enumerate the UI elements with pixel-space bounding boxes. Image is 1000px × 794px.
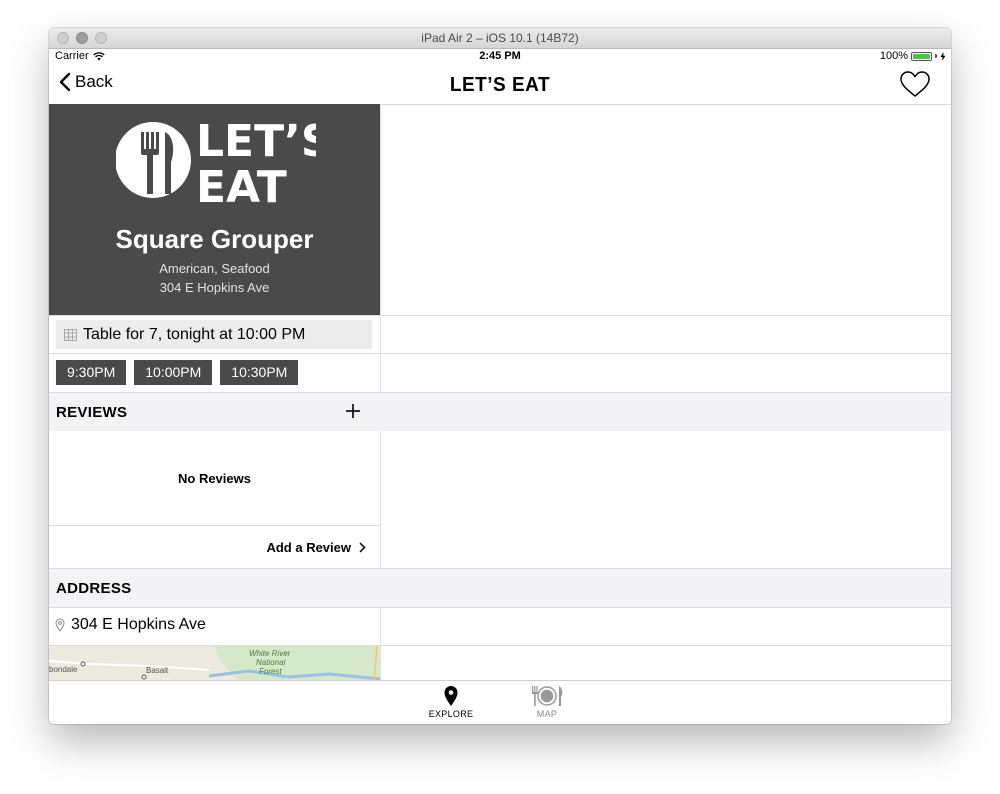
time-slot-button[interactable]: 10:30PM	[220, 360, 299, 385]
no-reviews-message: No Reviews	[178, 471, 251, 486]
reservation-summary[interactable]: Table for 7, tonight at 10:00 PM	[56, 320, 372, 349]
favorite-heart-icon[interactable]	[899, 70, 931, 98]
map-background	[49, 646, 380, 681]
chevron-right-icon	[359, 542, 366, 553]
add-review-button[interactable]: Add a Review	[266, 540, 366, 555]
battery-indicator: 100%	[880, 50, 946, 62]
time-slot-button[interactable]: 9:30PM	[56, 360, 127, 385]
time-slot-list: 9:30PM 10:00PM 10:30PM	[56, 360, 299, 385]
address-row[interactable]: 304 E Hopkins Ave	[55, 616, 206, 634]
map-label: Forest	[259, 667, 282, 676]
restaurant-name: Square Grouper	[115, 224, 314, 254]
address-heading: ADDRESS	[56, 580, 132, 597]
plate-cutlery-icon	[532, 686, 563, 706]
row-separator	[49, 315, 951, 316]
map-label: White River	[249, 649, 291, 658]
logo-text-eat: EAT	[196, 162, 287, 206]
address-text: 304 E Hopkins Ave	[71, 616, 206, 633]
window-titlebar: iPad Air 2 – iOS 10.1 (14B72)	[49, 28, 951, 49]
battery-tip	[935, 54, 937, 58]
address-section-header: ADDRESS	[49, 569, 951, 607]
lets-eat-logo: LET’S EAT	[116, 116, 316, 206]
window-title: iPad Air 2 – iOS 10.1 (14B72)	[421, 31, 579, 45]
tab-explore[interactable]: EXPLORE	[421, 685, 481, 719]
reservation-text: Table for 7, tonight at 10:00 PM	[83, 325, 306, 343]
status-time: 2:45 PM	[479, 50, 521, 62]
tab-map[interactable]: MAP	[517, 685, 577, 719]
charging-bolt-icon	[940, 51, 946, 61]
time-slot-button[interactable]: 10:00PM	[134, 360, 213, 385]
reviews-section-header: REVIEWS	[49, 393, 951, 431]
simulator-window: iPad Air 2 – iOS 10.1 (14B72) Carrier 2:…	[49, 28, 951, 724]
tab-label: EXPLORE	[428, 709, 474, 719]
row-separator	[49, 607, 951, 608]
plus-icon	[346, 404, 360, 418]
reviews-heading: REVIEWS	[56, 404, 128, 421]
tab-bar: EXPLORE MAP	[49, 680, 951, 724]
row-separator	[49, 353, 951, 354]
map-label: Basalt	[146, 666, 169, 675]
location-pin-icon	[444, 686, 458, 706]
table-grid-icon	[64, 328, 77, 341]
add-review-plus-button[interactable]	[343, 399, 363, 423]
battery-percent: 100%	[879, 50, 908, 62]
navigation-bar: Back LET’S EAT	[49, 64, 951, 105]
tab-label: MAP	[536, 709, 558, 719]
map-label: National	[256, 658, 286, 667]
logo-text-lets: LET’S	[196, 116, 316, 167]
nav-title: LET’S EAT	[449, 74, 551, 97]
restaurant-address: 304 E Hopkins Ave	[159, 280, 270, 295]
row-separator	[49, 525, 380, 526]
restaurant-cuisine: American, Seafood	[159, 261, 270, 276]
battery-icon	[911, 51, 932, 61]
restaurant-header: LET’S EAT Square Grouper American, Seafo…	[49, 104, 380, 315]
location-pin-icon	[55, 618, 65, 632]
add-review-label: Add a Review	[266, 540, 351, 555]
map-label: bondale	[49, 665, 78, 674]
status-bar: Carrier 2:45 PM 100%	[49, 49, 951, 64]
map-preview[interactable]: bondale Basalt White River National Fore…	[49, 646, 380, 681]
